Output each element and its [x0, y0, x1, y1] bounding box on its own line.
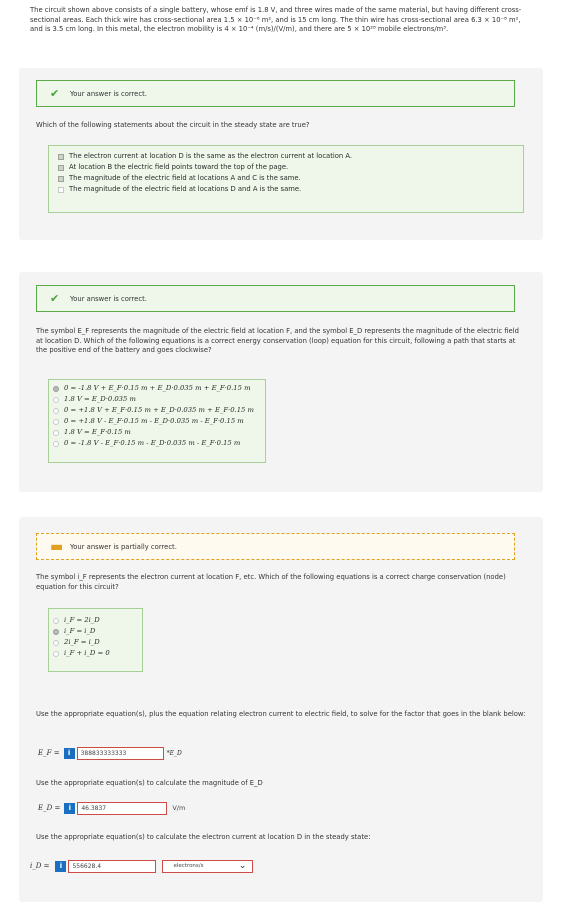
checkbox[interactable] — [58, 153, 64, 160]
info-icon[interactable]: i — [55, 860, 67, 872]
option-1[interactable]: 0 = -1.8 V + E_F·0.15 m + E_D·0.035 m + … — [53, 383, 265, 394]
option-2[interactable]: i_F = i_D — [53, 626, 142, 637]
option-2[interactable]: 1.8 V = E_D·0.035 m — [53, 394, 265, 405]
option-1[interactable]: i_F = 2i_D — [53, 615, 142, 626]
option-4[interactable]: The magnitude of the electric field at l… — [58, 184, 523, 195]
option-1[interactable]: The electron current at location D is th… — [58, 151, 523, 162]
chevron-down-icon: ⌄ — [238, 861, 247, 871]
id-label: i_D = — [30, 862, 50, 870]
feedback-text: Your answer is partially correct. — [70, 542, 177, 551]
question-text-1: Which of the following statements about … — [36, 121, 310, 129]
prompt-id: Use the appropriate equation(s) to calcu… — [36, 833, 371, 841]
prompt-factor: Use the appropriate equation(s), plus th… — [36, 710, 526, 718]
option-3[interactable]: 0 = +1.8 V + E_F·0.15 m + E_D·0.035 m + … — [53, 405, 265, 416]
radio[interactable] — [53, 617, 59, 624]
option-3[interactable]: The magnitude of the electric field at l… — [58, 173, 523, 184]
options-box-2: 0 = -1.8 V + E_F·0.15 m + E_D·0.035 m + … — [48, 379, 266, 463]
radio[interactable] — [53, 628, 59, 635]
feedback-text: Your answer is correct. — [70, 89, 147, 98]
partial-icon: ▬ — [50, 538, 64, 555]
option-2[interactable]: At location B the electric field points … — [58, 162, 523, 173]
radio[interactable] — [53, 418, 59, 425]
checkbox[interactable] — [58, 186, 64, 193]
radio[interactable] — [53, 385, 59, 392]
radio[interactable] — [53, 407, 59, 414]
option-4[interactable]: i_F + i_D = 0 — [53, 648, 142, 659]
radio[interactable] — [53, 639, 59, 646]
feedback-correct-1: ✔ Your answer is correct. — [36, 80, 515, 107]
option-4[interactable]: 0 = +1.8 V - E_F·0.15 m - E_D·0.035 m - … — [53, 416, 265, 427]
question-card-1: ✔ Your answer is correct. Which of the f… — [19, 68, 543, 240]
ed-label: E_D = — [38, 804, 61, 812]
ef-factor-input[interactable]: 388833333333 — [76, 746, 164, 760]
radio[interactable] — [53, 440, 59, 447]
radio[interactable] — [53, 650, 59, 657]
info-icon[interactable]: i — [63, 747, 75, 759]
option-6[interactable]: 0 = -1.8 V - E_F·0.15 m - E_D·0.035 m - … — [53, 438, 265, 449]
ef-suffix: *E_D — [166, 749, 182, 757]
options-box-3: i_F = 2i_D i_F = i_D 2i_F = i_D i_F + i_… — [48, 608, 143, 672]
question-card-3: ▬ Your answer is partially correct. The … — [19, 517, 543, 902]
check-icon: ✔ — [50, 292, 60, 305]
problem-intro: The circuit shown above consists of a si… — [30, 6, 522, 34]
options-box-1: The electron current at location D is th… — [48, 145, 524, 213]
checkbox[interactable] — [58, 164, 64, 171]
feedback-partial: ▬ Your answer is partially correct. — [36, 533, 515, 560]
info-icon[interactable]: i — [64, 802, 76, 814]
id-answer-row: i_D = i 556628.4 electrons/s ⌄ — [30, 859, 254, 873]
radio[interactable] — [53, 396, 59, 403]
option-5[interactable]: 1.8 V = E_F·0.15 m — [53, 427, 265, 438]
question-card-2: ✔ Your answer is correct. The symbol E_F… — [19, 272, 543, 492]
check-icon: ✔ — [50, 87, 60, 100]
ef-answer-row: E_F = i 388833333333 *E_D — [38, 746, 186, 760]
ed-value-input[interactable]: 46.3837 — [77, 801, 168, 815]
id-unit-select[interactable]: electrons/s ⌄ — [162, 859, 254, 873]
question-text-3: The symbol i_F represents the electron c… — [36, 573, 506, 591]
ef-label: E_F = — [38, 749, 60, 757]
ed-unit: V/m — [172, 804, 186, 812]
unit-selected-value: electrons/s — [173, 863, 204, 869]
question-text-2: The symbol E_F represents the magnitude … — [36, 327, 519, 355]
checkbox[interactable] — [58, 175, 64, 182]
prompt-ed: Use the appropriate equation(s) to calcu… — [36, 779, 263, 787]
ed-answer-row: E_D = i 46.3837 V/m — [38, 801, 185, 815]
option-3[interactable]: 2i_F = i_D — [53, 637, 142, 648]
feedback-correct-2: ✔ Your answer is correct. — [36, 285, 515, 312]
radio[interactable] — [53, 429, 59, 436]
id-value-input[interactable]: 556628.4 — [68, 859, 157, 873]
feedback-text: Your answer is correct. — [70, 294, 147, 303]
